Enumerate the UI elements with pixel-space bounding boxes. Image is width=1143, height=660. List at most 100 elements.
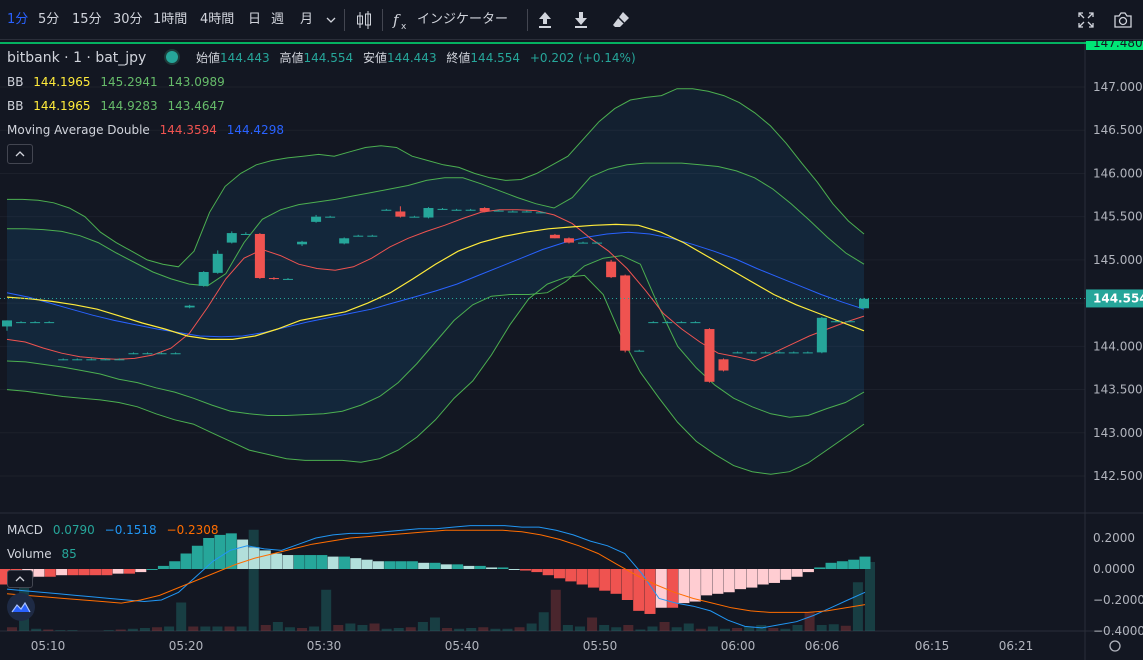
- timeframe-2[interactable]: 15分: [72, 0, 102, 40]
- macd-histogram-bar: [372, 561, 384, 569]
- download-icon[interactable]: [569, 8, 593, 32]
- candle-body: [718, 359, 729, 371]
- timeframe-4[interactable]: 1時間: [153, 0, 187, 40]
- camera-icon[interactable]: [1111, 8, 1135, 32]
- macd-histogram-bar: [486, 567, 498, 569]
- legend-collapse-button[interactable]: [7, 144, 33, 164]
- open-value: 144.443: [220, 51, 270, 65]
- macd-histogram-bar: [282, 555, 294, 569]
- volume-bar: [707, 626, 718, 631]
- low-label: 安値: [362, 51, 387, 65]
- macd-histogram-bar: [836, 561, 848, 569]
- close-value: 144.554: [470, 51, 521, 65]
- volume-bar: [611, 627, 622, 631]
- fullscreen-icon[interactable]: [1074, 8, 1098, 32]
- candle-body: [676, 322, 687, 324]
- macd-histogram-bar: [802, 569, 814, 573]
- macd-histogram-bar: [203, 538, 215, 569]
- candle-body: [142, 353, 153, 355]
- symbol-title[interactable]: bitbank · 1 · bat_jpy: [7, 50, 146, 66]
- visibility-eye-icon[interactable]: [166, 51, 179, 63]
- timeframe-0[interactable]: 1分: [7, 0, 28, 40]
- volume-bar: [200, 626, 211, 631]
- macd-histogram-bar: [780, 569, 792, 580]
- time-tick-label: 06:15: [915, 639, 950, 653]
- legend-collapse-button-2[interactable]: [7, 570, 33, 588]
- macd-histogram-bar: [553, 569, 565, 579]
- macd-tick-label: 0.2000: [1093, 531, 1135, 545]
- volume-bar: [816, 625, 827, 631]
- macd-tick-label: −0.4000: [1093, 624, 1143, 638]
- macd-histogram-bar: [259, 550, 271, 569]
- candle-body: [156, 353, 167, 355]
- tradingview-logo-icon[interactable]: [7, 593, 35, 621]
- macd-histogram-bar: [146, 569, 158, 570]
- macd-histogram-bar: [576, 569, 588, 585]
- timeframe-8[interactable]: 月: [300, 0, 313, 40]
- bb2-name[interactable]: BB: [7, 99, 23, 113]
- price-tick-label: 144.000: [1093, 339, 1143, 353]
- volume-bar: [43, 629, 54, 631]
- upload-icon[interactable]: [533, 8, 557, 32]
- volume-bar: [164, 626, 175, 631]
- time-tick-label: 05:40: [445, 639, 480, 653]
- volume-bar: [55, 630, 66, 631]
- bb1-name[interactable]: BB: [7, 75, 23, 89]
- candle-body: [128, 353, 139, 355]
- volume-bar: [659, 622, 670, 631]
- volume-bar: [127, 628, 138, 631]
- timeframe-5[interactable]: 4時間: [200, 0, 234, 40]
- volume-bar: [502, 628, 513, 631]
- timeframe-3[interactable]: 30分: [113, 0, 143, 40]
- candle-body: [30, 322, 41, 324]
- indicators-button[interactable]: インジケーター: [417, 0, 508, 40]
- volume-bar: [369, 623, 380, 631]
- macd-histogram-bar: [757, 569, 769, 585]
- candle-body: [592, 242, 603, 244]
- price-tick-label: 143.000: [1093, 426, 1143, 440]
- volume-name[interactable]: Volume: [7, 547, 52, 561]
- candle-body: [549, 234, 560, 239]
- eraser-icon[interactable]: [609, 8, 633, 32]
- macd-histogram-bar: [440, 564, 452, 569]
- bb2-basis: 144.1965: [33, 99, 91, 113]
- macd-tick-label: −0.2000: [1093, 593, 1143, 607]
- macd-histogram-bar: [350, 558, 362, 569]
- toolbar-separator: [382, 9, 383, 31]
- bb2-upper: 144.9283: [100, 99, 158, 113]
- macd-histogram-bar: [542, 569, 554, 576]
- fx-icon[interactable]: fx: [390, 8, 414, 32]
- volume-bar: [236, 626, 247, 631]
- bb1-upper: 145.2941: [100, 75, 158, 89]
- volume-value: 85: [61, 547, 77, 561]
- close-label: 終値: [446, 51, 471, 65]
- candle-body: [648, 322, 659, 324]
- ma-name[interactable]: Moving Average Double: [7, 123, 150, 137]
- candle-body: [634, 350, 645, 352]
- candle-body: [381, 209, 392, 211]
- time-tick-label: 06:21: [999, 639, 1034, 653]
- volume-bar: [381, 628, 392, 631]
- macd-histogram-bar: [814, 567, 826, 569]
- candle-body: [662, 322, 673, 324]
- macd-histogram-bar: [56, 569, 68, 576]
- macd-name[interactable]: MACD: [7, 523, 43, 537]
- candle-body: [212, 253, 223, 273]
- chevron-down-icon[interactable]: [323, 8, 339, 32]
- timeframe-7[interactable]: 週: [271, 0, 284, 40]
- volume-bar: [103, 630, 114, 631]
- timeframe-6[interactable]: 日: [248, 0, 261, 40]
- price-tick-label: 145.000: [1093, 253, 1143, 267]
- volume-bar: [768, 628, 779, 631]
- timeframe-1[interactable]: 5分: [38, 0, 59, 40]
- macd-histogram-bar: [180, 553, 192, 569]
- candle-body: [844, 321, 855, 323]
- candles-icon[interactable]: [352, 8, 376, 32]
- candle-body: [353, 235, 364, 237]
- candle-body: [563, 238, 574, 243]
- macd-histogram-bar: [293, 555, 305, 569]
- main-legend: bitbank · 1 · bat_jpy 始値144.443 高値144.55…: [7, 49, 642, 66]
- candle-body: [507, 211, 518, 213]
- macd-histogram-bar: [859, 556, 871, 569]
- toolbar-separator: [527, 9, 528, 31]
